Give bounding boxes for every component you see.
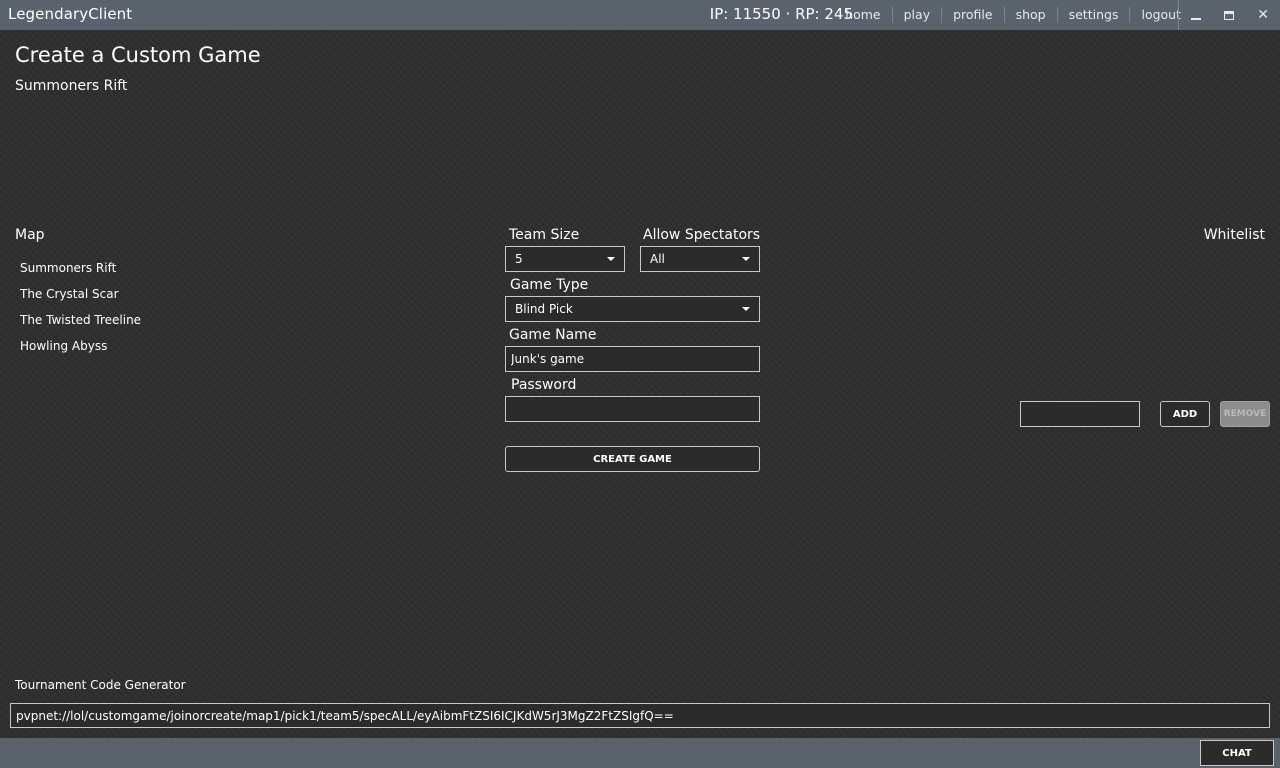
close-button[interactable]: ✕ <box>1253 5 1273 25</box>
map-label: Map <box>15 227 45 243</box>
game-type-value: Blind Pick <box>515 302 573 316</box>
chevron-down-icon <box>607 257 615 261</box>
nav-settings[interactable]: settings <box>1056 7 1130 23</box>
app-title: LegendaryClient <box>8 5 133 23</box>
nav-shop[interactable]: shop <box>1003 7 1057 23</box>
map-item-howling-abyss[interactable]: Howling Abyss <box>20 337 141 363</box>
whitelist-add-button[interactable]: ADD <box>1160 401 1210 427</box>
nav-home[interactable]: home <box>834 7 891 23</box>
selected-map-subtitle: Summoners Rift <box>15 78 128 94</box>
team-size-label: Team Size <box>509 227 580 243</box>
map-item-crystal-scar[interactable]: The Crystal Scar <box>20 285 141 311</box>
title-bar: LegendaryClient IP: 11550 · RP: 245 home… <box>0 0 1280 30</box>
currency-display: IP: 11550 · RP: 245 <box>709 5 853 23</box>
create-game-button[interactable]: CREATE GAME <box>505 446 760 472</box>
maximize-icon <box>1224 10 1235 20</box>
minimize-button[interactable] <box>1186 5 1206 25</box>
chevron-down-icon <box>742 257 750 261</box>
whitelist-label: Whitelist <box>1203 227 1265 243</box>
password-input[interactable] <box>505 396 760 422</box>
nav-profile[interactable]: profile <box>941 7 1003 23</box>
team-size-select[interactable]: 5 <box>505 246 625 272</box>
bottom-bar: CHAT <box>0 738 1280 768</box>
whitelist-input[interactable] <box>1020 401 1140 427</box>
top-nav: home play profile shop settings logout <box>834 0 1192 30</box>
team-size-value: 5 <box>515 252 523 266</box>
nav-play[interactable]: play <box>891 7 941 23</box>
game-name-input[interactable] <box>505 346 760 372</box>
tournament-code-field[interactable] <box>10 703 1270 728</box>
map-list: Summoners Rift The Crystal Scar The Twis… <box>20 259 141 363</box>
map-item-twisted-treeline[interactable]: The Twisted Treeline <box>20 311 141 337</box>
window-controls: ✕ <box>1178 0 1280 30</box>
tournament-code-label: Tournament Code Generator <box>15 678 186 692</box>
allow-spectators-label: Allow Spectators <box>643 227 761 243</box>
password-label: Password <box>511 377 577 393</box>
game-name-label: Game Name <box>509 327 597 343</box>
whitelist-remove-button[interactable]: REMOVE <box>1220 401 1270 427</box>
maximize-button[interactable] <box>1219 5 1239 25</box>
allow-spectators-select[interactable]: All <box>640 246 760 272</box>
game-type-label: Game Type <box>510 277 589 293</box>
allow-spectators-value: All <box>650 252 665 266</box>
chat-button[interactable]: CHAT <box>1200 740 1274 766</box>
minimize-icon <box>1190 18 1201 20</box>
chevron-down-icon <box>742 307 750 311</box>
page-title: Create a Custom Game <box>15 43 261 67</box>
map-item-summoners-rift[interactable]: Summoners Rift <box>20 259 141 285</box>
game-type-select[interactable]: Blind Pick <box>505 296 760 322</box>
close-icon: ✕ <box>1257 7 1269 23</box>
